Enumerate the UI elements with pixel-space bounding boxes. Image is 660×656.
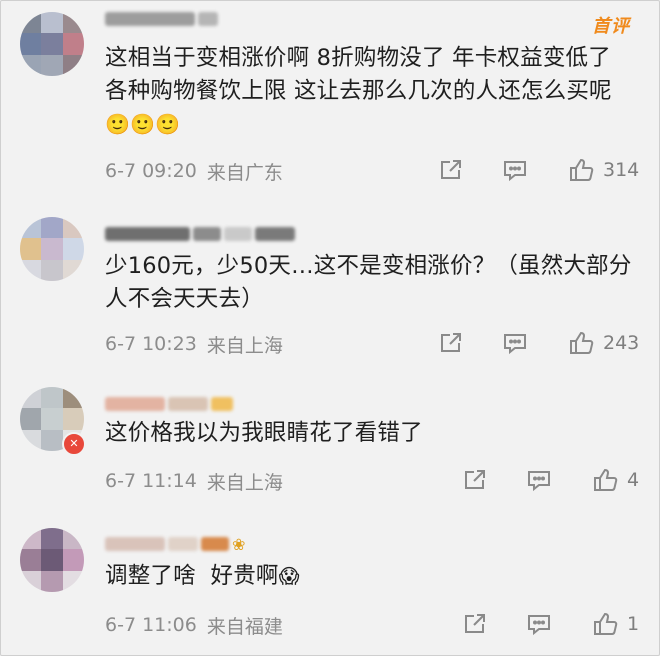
comment-text: 少160元，少50天…这不是变相涨价？（虽然大部分人不会天天去） [105, 253, 632, 312]
smile-emoji: 🙂🙂🙂 [105, 112, 181, 136]
comment-icon[interactable] [525, 466, 553, 494]
share-icon[interactable] [461, 466, 489, 494]
comment-location: 来自上海 [206, 471, 283, 494]
comment-location: 来自广东 [206, 161, 283, 184]
avatar-badge-icon: ✕ [62, 432, 86, 456]
like-count: 314 [603, 159, 640, 181]
comment-meta: 6-7 11:06 来自福建 [105, 612, 283, 638]
username[interactable] [105, 223, 295, 245]
comment-actions: 243 [437, 329, 639, 357]
share-icon[interactable] [437, 156, 465, 184]
comment-date: 6-7 [105, 160, 137, 182]
comment-actions: 4 [461, 466, 639, 494]
avatar[interactable] [20, 12, 84, 76]
comment-item: ✕ 这价格我以为我眼睛花了看错了 6-7 11:14 来自上海 4 [0, 365, 660, 500]
share-icon[interactable] [437, 329, 465, 357]
comment-meta: 6-7 09:20 来自广东 [105, 158, 283, 184]
comment-time: 11:06 [142, 614, 197, 636]
avatar[interactable] [20, 528, 84, 592]
comment-time: 10:23 [142, 333, 197, 355]
comment-text: 这相当于变相涨价啊 8折购物没了 年卡权益变低了 各种购物餐饮上限 这让去那么几… [105, 45, 612, 136]
username[interactable] [105, 8, 218, 30]
comment-date: 6-7 [105, 470, 137, 492]
shocked-emoji: 😱 [278, 564, 300, 588]
like-count: 4 [627, 469, 640, 491]
comment-item: 这相当于变相涨价啊 8折购物没了 年卡权益变低了 各种购物餐饮上限 这让去那么几… [0, 0, 660, 200]
comment-meta: 6-7 10:23 来自上海 [105, 331, 283, 357]
comment-date: 6-7 [105, 614, 137, 636]
comment-actions: 314 [437, 156, 639, 184]
like-icon[interactable] [567, 329, 595, 357]
comment-text: 调整了啥 好贵啊😱 [105, 563, 300, 589]
comment-item: 少160元，少50天…这不是变相涨价？（虽然大部分人不会天天去） 6-7 10:… [0, 200, 660, 365]
like-icon[interactable] [567, 156, 595, 184]
user-level-badge-icon: ❀ [232, 534, 246, 554]
comment-date: 6-7 [105, 333, 137, 355]
comment-text: 这价格我以为我眼睛花了看错了 [105, 420, 423, 446]
like-count: 243 [603, 332, 640, 354]
comment-item: ❀ 调整了啥 好贵啊😱 6-7 11:06 来自福建 1 [0, 500, 660, 656]
like-icon[interactable] [591, 610, 619, 638]
comment-time: 11:14 [142, 470, 197, 492]
comment-time: 09:20 [142, 160, 197, 182]
like-count: 1 [627, 613, 640, 635]
avatar[interactable] [20, 217, 84, 281]
comment-icon[interactable] [525, 610, 553, 638]
share-icon[interactable] [461, 610, 489, 638]
username[interactable]: ❀ [105, 533, 245, 555]
comment-meta: 6-7 11:14 来自上海 [105, 468, 283, 494]
like-icon[interactable] [591, 466, 619, 494]
comment-location: 来自上海 [206, 334, 283, 357]
comment-actions: 1 [461, 610, 639, 638]
username[interactable] [105, 393, 233, 415]
comment-location: 来自福建 [206, 615, 283, 638]
comment-icon[interactable] [501, 329, 529, 357]
comment-icon[interactable] [501, 156, 529, 184]
